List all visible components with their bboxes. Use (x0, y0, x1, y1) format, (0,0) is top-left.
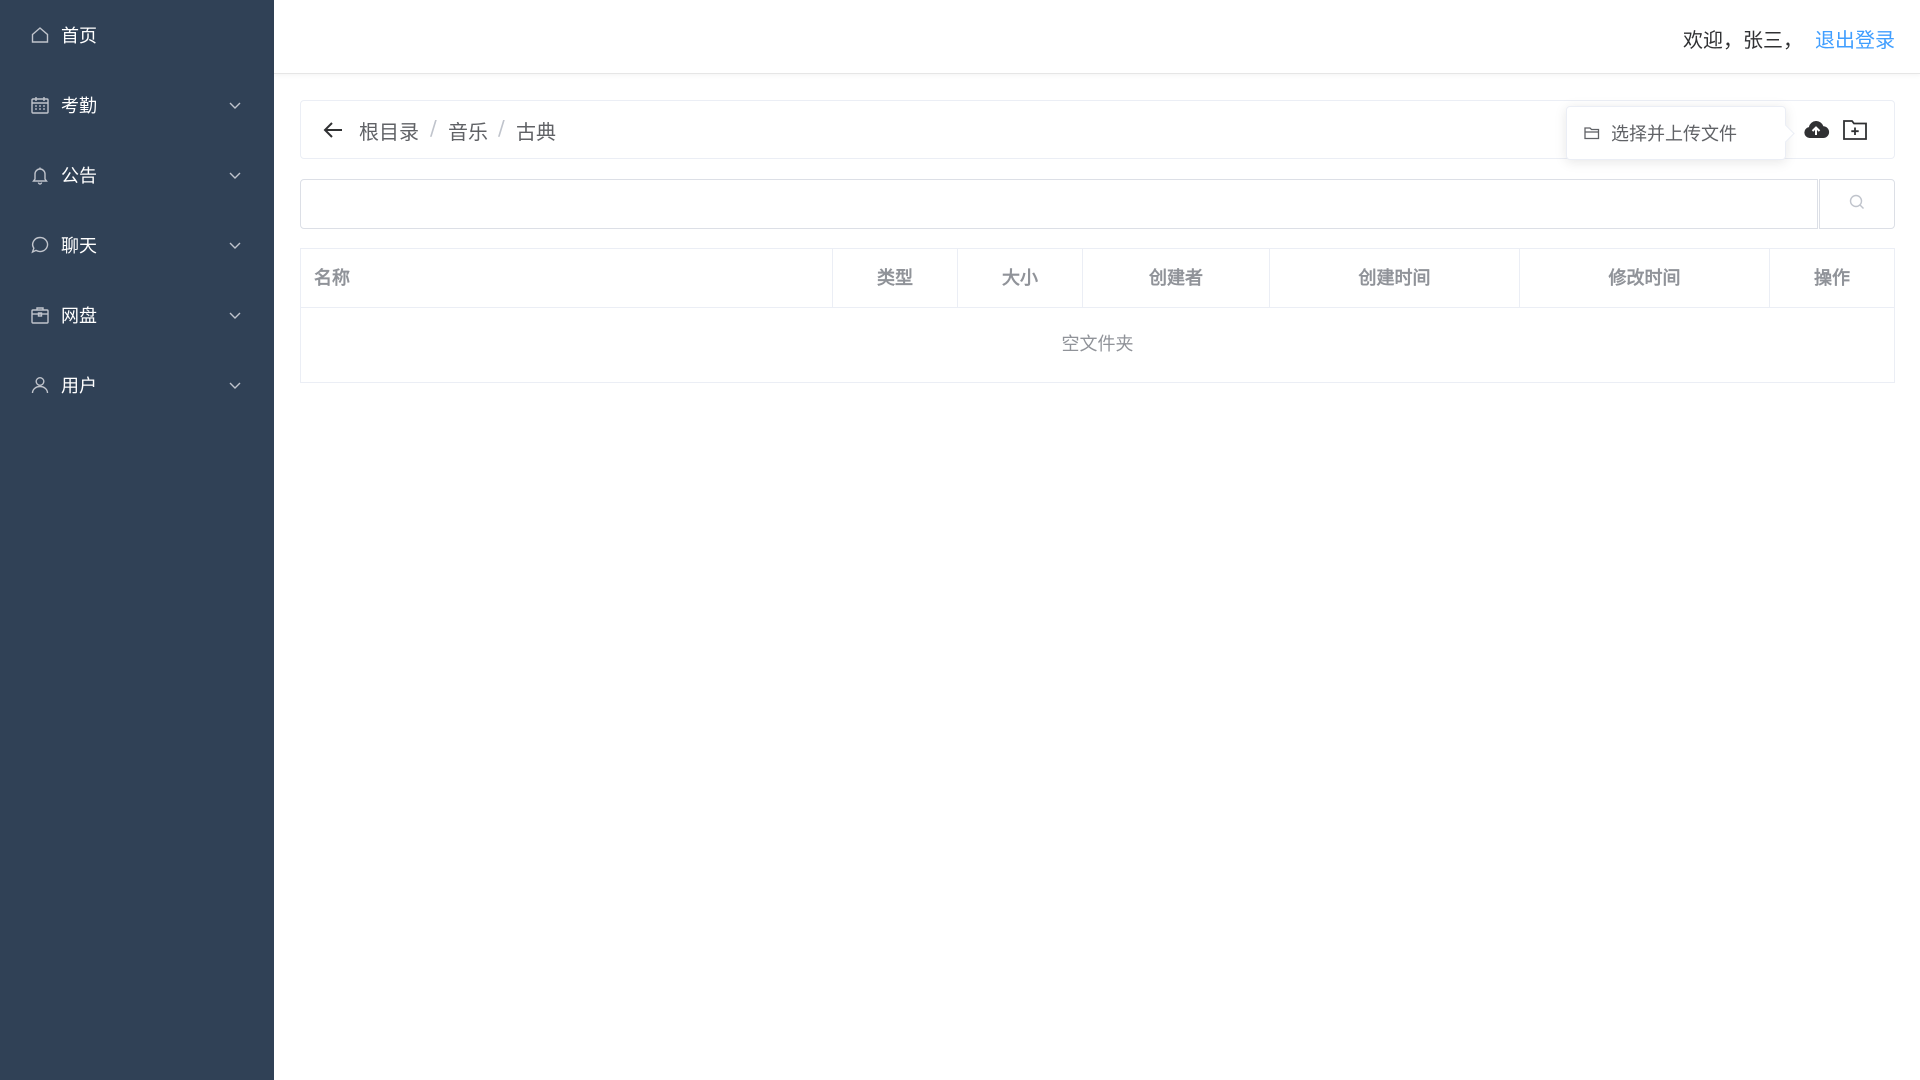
chevron-down-icon (226, 306, 244, 324)
sidebar-item-home[interactable]: 首页 (0, 0, 274, 70)
search-button[interactable] (1819, 179, 1895, 229)
top-header (274, 0, 1920, 74)
logout-link[interactable]: 退出登录 (1815, 24, 1895, 53)
sidebar-item-label: 用户 (61, 376, 97, 397)
chevron-down-icon (226, 236, 244, 254)
column-header-actions: 操作 (1814, 268, 1850, 289)
column-header-type: 类型 (833, 249, 958, 308)
chevron-down-icon (226, 166, 244, 184)
column-header-created-time: 创建时间 (1270, 249, 1520, 308)
sidebar: 首页 考勤 公告 聊天 网盘 用户 (0, 0, 274, 1080)
column-header-creator: 创建者 (1083, 249, 1270, 308)
chat-bubble-icon (29, 234, 51, 256)
sidebar-item-chat[interactable]: 聊天 (0, 210, 274, 280)
chevron-down-icon (226, 376, 244, 394)
user-icon (29, 374, 51, 396)
column-header-modified-time: 修改时间 (1520, 249, 1770, 308)
welcome-text: 欢迎，张三， (1683, 28, 1803, 52)
bell-icon (29, 164, 51, 186)
sidebar-item-announcement[interactable]: 公告 (0, 140, 274, 210)
sidebar-item-users[interactable]: 用户 (0, 350, 274, 420)
table-header: 名称 类型 大小 创建者 创建时间 修改时间 操作 (301, 249, 1894, 308)
chevron-down-icon (226, 96, 244, 114)
folder-open-icon (1583, 124, 1601, 142)
new-folder-icon[interactable] (1841, 116, 1869, 144)
upload-popover[interactable]: 选择并上传文件 (1566, 106, 1786, 160)
breadcrumb-item-classical[interactable]: 古典 (516, 116, 556, 145)
sidebar-item-label: 考勤 (61, 96, 97, 117)
file-table: 名称 类型 大小 创建者 创建时间 修改时间 操作 空文件夹 (300, 248, 1895, 383)
sidebar-item-label: 网盘 (61, 306, 97, 327)
app-root: 首页 考勤 公告 聊天 网盘 用户 欢迎，张三， 退出登录 根目录 / 音乐 /… (0, 0, 1920, 1080)
cloud-upload-icon[interactable] (1802, 116, 1830, 144)
empty-state-text: 空文件夹 (1061, 334, 1134, 355)
column-header-name: 名称 (301, 249, 833, 308)
sidebar-item-netdisk[interactable]: 网盘 (0, 280, 274, 350)
upload-file-option[interactable]: 选择并上传文件 (1611, 120, 1737, 146)
back-arrow-icon[interactable] (320, 117, 346, 143)
home-icon (29, 24, 51, 46)
calendar-icon (29, 94, 51, 116)
breadcrumb-separator: / (430, 116, 437, 140)
breadcrumb-item-root[interactable]: 根目录 (359, 116, 419, 145)
search-input[interactable] (300, 179, 1818, 229)
breadcrumb-separator: / (498, 116, 505, 140)
sidebar-item-label: 首页 (61, 26, 97, 47)
sidebar-item-label: 公告 (61, 166, 97, 187)
column-header-size: 大小 (958, 249, 1083, 308)
breadcrumb-item-music[interactable]: 音乐 (448, 116, 488, 145)
briefcase-icon (29, 304, 51, 326)
search-icon (1848, 193, 1866, 215)
sidebar-item-attendance[interactable]: 考勤 (0, 70, 274, 140)
sidebar-item-label: 聊天 (61, 236, 97, 257)
